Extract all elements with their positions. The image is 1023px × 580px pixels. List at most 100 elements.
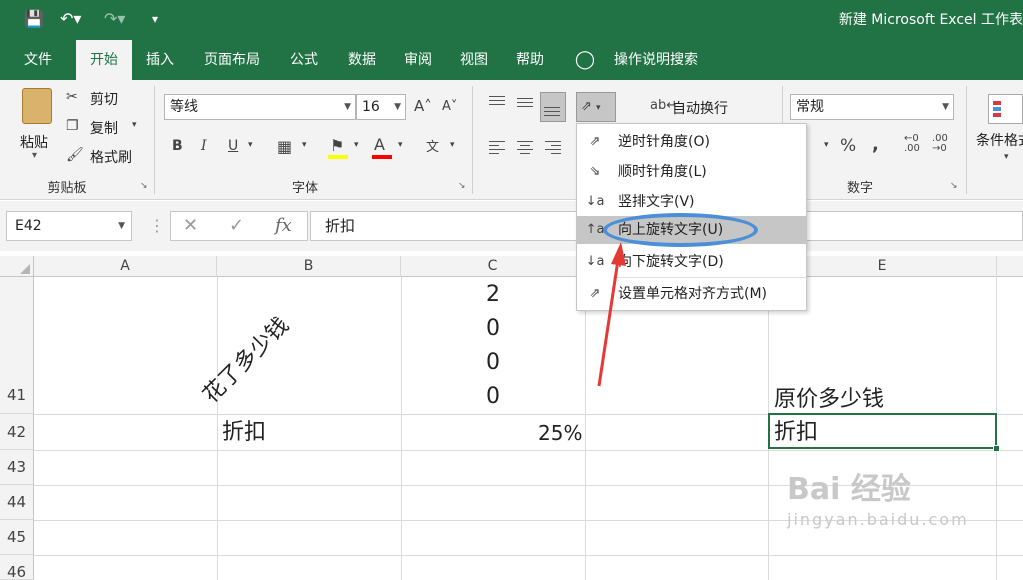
bold-icon[interactable]: B xyxy=(172,138,183,154)
comma-icon[interactable]: , xyxy=(872,134,879,155)
border-dropdown-icon[interactable]: ▾ xyxy=(302,140,307,150)
font-launcher-icon[interactable]: ↘ xyxy=(458,181,466,191)
fill-dropdown-icon[interactable]: ▾ xyxy=(354,140,359,150)
fill-color-icon[interactable]: ⚑ xyxy=(330,136,344,155)
chevron-down-icon: ▼ xyxy=(118,221,125,231)
cell-c41-char[interactable]: 0 xyxy=(482,385,504,409)
phonetic-icon[interactable]: 文 xyxy=(426,136,439,155)
middle-align-icon[interactable] xyxy=(514,94,536,112)
conditional-format-button[interactable]: 条件格式 xyxy=(976,130,1023,150)
ribbon-tabs: 文件 开始 插入 页面布局 公式 数据 审阅 视图 帮助 ◯ 操作说明搜索 xyxy=(0,40,1023,80)
row-header-46[interactable]: 46 xyxy=(0,555,34,580)
italic-icon[interactable]: I xyxy=(201,138,207,154)
redo-icon[interactable]: ↷▾ xyxy=(104,9,125,29)
save-icon[interactable]: 💾 xyxy=(24,9,44,29)
formula-bar-grip-icon: ⋮ xyxy=(149,216,165,235)
copy-dropdown-icon[interactable]: ▾ xyxy=(132,120,137,130)
phonetic-dropdown-icon[interactable]: ▾ xyxy=(450,140,455,150)
cut-icon[interactable]: ✂ xyxy=(66,89,78,105)
format-painter-icon[interactable]: 🖌 xyxy=(66,147,84,163)
undo-icon[interactable]: ↶▾ xyxy=(60,9,81,29)
enter-icon[interactable]: ✓ xyxy=(229,212,244,240)
watermark-url: jingyan.baidu.com xyxy=(787,510,969,529)
right-align-icon[interactable] xyxy=(542,138,564,156)
cell-c41-char[interactable]: 2 xyxy=(482,283,504,307)
conditional-dropdown-icon[interactable]: ▾ xyxy=(1004,152,1009,162)
row-header-42[interactable]: 42 xyxy=(0,414,34,450)
cut-button[interactable]: 剪切 xyxy=(90,89,118,109)
tab-formulas[interactable]: 公式 xyxy=(276,40,332,80)
rotate-ccw-icon: ⇗ xyxy=(589,134,601,149)
cell-c41-char[interactable]: 0 xyxy=(482,351,504,375)
tab-data[interactable]: 数据 xyxy=(334,40,390,80)
font-name-combo[interactable]: 等线 ▼ xyxy=(164,94,356,120)
clipboard-launcher-icon[interactable]: ↘ xyxy=(140,181,148,191)
tab-insert[interactable]: 插入 xyxy=(132,40,188,80)
tab-help[interactable]: 帮助 xyxy=(502,40,558,80)
border-icon[interactable]: ▦ xyxy=(277,137,292,156)
percent-icon[interactable]: % xyxy=(840,136,856,156)
customize-qat-icon[interactable]: ▾ xyxy=(152,9,158,29)
font-size-combo[interactable]: 16 ▼ xyxy=(356,94,406,120)
wrap-text-button[interactable]: 自动换行 xyxy=(672,98,728,118)
decrease-decimal-icon[interactable]: .00 →0 xyxy=(932,134,948,154)
tab-page-layout[interactable]: 页面布局 xyxy=(192,40,272,80)
group-divider xyxy=(154,86,155,194)
currency-dropdown-icon[interactable]: ▾ xyxy=(824,140,829,150)
cell-b42[interactable]: 折扣 xyxy=(222,419,266,447)
center-align-icon[interactable] xyxy=(514,138,536,156)
document-title: 新建 Microsoft Excel 工作表 xyxy=(838,12,1023,28)
select-all-corner[interactable] xyxy=(0,256,34,277)
row-header-44[interactable]: 44 xyxy=(0,485,34,520)
menu-item-vertical-text[interactable]: ↓a 竖排文字(V) xyxy=(577,188,806,216)
tab-view[interactable]: 视图 xyxy=(446,40,502,80)
cell-c42[interactable]: 25% xyxy=(538,419,582,447)
title-bar: 💾 ↶▾ ↷▾ ▾ 新建 Microsoft Excel 工作表 xyxy=(0,0,1023,40)
column-header-c[interactable]: C xyxy=(401,256,585,277)
font-color-dropdown-icon[interactable]: ▾ xyxy=(398,140,403,150)
bottom-align-icon[interactable] xyxy=(540,92,566,122)
paste-button[interactable]: 粘贴 xyxy=(20,132,48,152)
paste-dropdown-icon[interactable]: ▾ xyxy=(32,150,37,161)
format-painter-button[interactable]: 格式刷 xyxy=(90,147,132,167)
paste-icon[interactable] xyxy=(22,88,52,124)
column-header-b[interactable]: B xyxy=(217,256,401,277)
name-box[interactable]: E42 ▼ xyxy=(6,211,132,241)
tab-file[interactable]: 文件 xyxy=(10,40,66,80)
chevron-down-icon: ▼ xyxy=(942,102,949,112)
menu-item-rotate-ccw[interactable]: ⇗ 逆时针角度(O) xyxy=(577,128,806,156)
annotation-arrow xyxy=(597,242,626,387)
cell-b41[interactable]: 花了多少钱 xyxy=(194,287,316,409)
baidu-watermark: Bai 经验 jingyan.baidu.com xyxy=(787,470,1007,529)
conditional-format-icon[interactable] xyxy=(988,94,1023,124)
font-color-icon[interactable]: A xyxy=(374,135,385,154)
number-group-label: 数字 xyxy=(846,181,873,196)
orientation-button[interactable]: ⇗ ▾ xyxy=(576,92,616,122)
copy-button[interactable]: 复制 xyxy=(90,118,118,138)
cell-c41-char[interactable]: 0 xyxy=(482,317,504,341)
increase-decimal-icon[interactable]: ←0.00 xyxy=(904,134,920,154)
menu-item-rotate-cw[interactable]: ⇘ 顺时针角度(L) xyxy=(577,158,806,186)
tab-home[interactable]: 开始 xyxy=(76,40,132,80)
cancel-icon[interactable]: ✕ xyxy=(183,212,198,240)
increase-font-icon[interactable]: A˄ xyxy=(414,97,432,115)
number-launcher-icon[interactable]: ↘ xyxy=(950,181,958,191)
underline-icon[interactable]: U xyxy=(228,138,238,154)
underline-dropdown-icon[interactable]: ▾ xyxy=(248,140,253,150)
number-format-combo[interactable]: 常规 ▼ xyxy=(790,94,954,120)
row-header-43[interactable]: 43 xyxy=(0,450,34,485)
column-header-a[interactable]: A xyxy=(34,256,217,277)
copy-icon[interactable]: ❐ xyxy=(66,118,79,134)
fill-handle[interactable] xyxy=(993,445,1000,452)
lightbulb-icon: ◯ xyxy=(574,49,596,70)
row-header-45[interactable]: 45 xyxy=(0,520,34,555)
tell-me-search[interactable]: 操作说明搜索 xyxy=(604,40,708,80)
top-align-icon[interactable] xyxy=(486,94,508,112)
tab-review[interactable]: 审阅 xyxy=(390,40,446,80)
insert-function-icon[interactable]: fx xyxy=(275,212,292,240)
decrease-font-icon[interactable]: A˅ xyxy=(442,99,457,114)
font-size-value: 16 xyxy=(362,99,380,115)
left-align-icon[interactable] xyxy=(486,138,508,156)
row-header-41[interactable]: 41 xyxy=(0,277,34,414)
cell-e41[interactable]: 原价多少钱 xyxy=(774,386,884,414)
